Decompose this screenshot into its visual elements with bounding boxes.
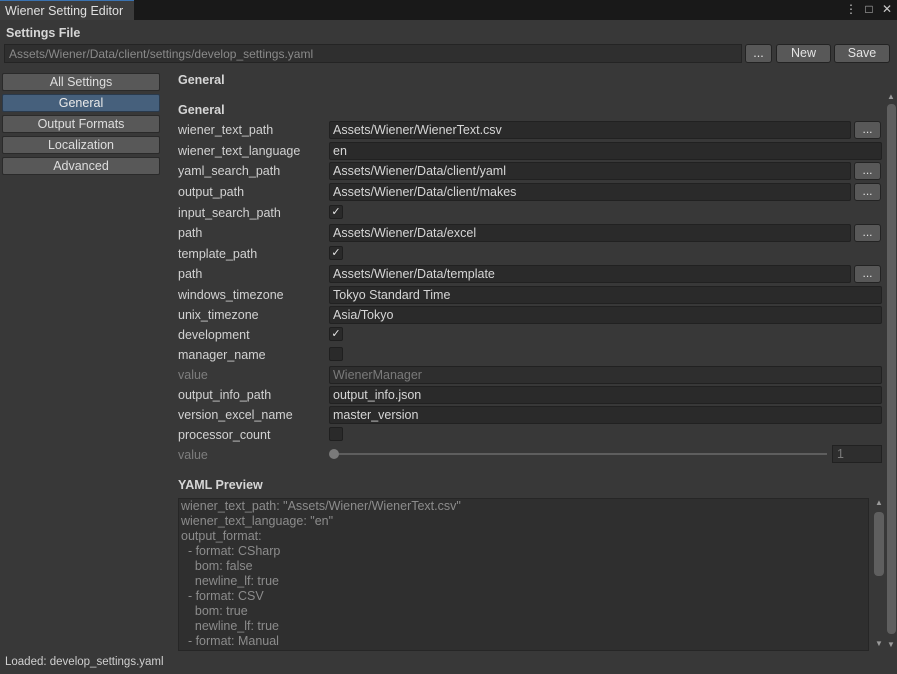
yaml-line: wiener_text_path: "Assets/Wiener/WienerT… [181, 499, 461, 513]
more-menu-icon[interactable]: ⋮ [845, 2, 857, 16]
manager-name-value-input: WienerManager [329, 366, 882, 384]
new-button[interactable]: New [776, 44, 831, 63]
yaml-line: - format: Manual [181, 634, 279, 648]
yaml-line: - format: CSharp [181, 544, 281, 558]
maximize-icon[interactable]: □ [863, 2, 875, 16]
field-label: version_excel_name [178, 408, 293, 422]
input-path-input[interactable]: Assets/Wiener/Data/excel [329, 224, 851, 242]
scroll-up-icon[interactable]: ▲ [872, 498, 886, 507]
browse-yaml-search-path-button[interactable]: ... [854, 162, 881, 180]
input-search-path-checkbox[interactable]: ✓ [329, 205, 343, 219]
yaml-line: bom: false [181, 559, 253, 573]
field-label: processor_count [178, 428, 271, 442]
processor-count-slider [333, 453, 827, 455]
page-title: General [178, 73, 225, 87]
field-label: value [178, 448, 208, 462]
field-label: value [178, 368, 208, 382]
yaml-line: newline_lf: true [181, 619, 279, 633]
browse-template-path-button[interactable]: ... [854, 265, 881, 283]
window-tab[interactable]: Wiener Setting Editor [0, 0, 134, 20]
browse-output-path-button[interactable]: ... [854, 183, 881, 201]
template-path-input[interactable]: Assets/Wiener/Data/template [329, 265, 851, 283]
windows-timezone-input[interactable]: Tokyo Standard Time [329, 286, 882, 304]
window-title: Wiener Setting Editor [5, 4, 124, 18]
settings-file-path-field[interactable]: Assets/Wiener/Data/client/settings/devel… [4, 44, 742, 63]
field-label: manager_name [178, 348, 266, 362]
sidebar-item-advanced[interactable]: Advanced [2, 157, 160, 175]
browse-wiener-text-path-button[interactable]: ... [854, 121, 881, 139]
field-label: wiener_text_path [178, 123, 274, 137]
wiener-text-path-input[interactable]: Assets/Wiener/WienerText.csv [329, 121, 851, 139]
processor-count-value-field: 1 [832, 445, 882, 463]
title-bar: Wiener Setting Editor ⋮ □ ✕ [0, 0, 897, 20]
field-label: output_info_path [178, 388, 272, 402]
field-label: wiener_text_language [178, 144, 301, 158]
yaml-line: - format: CSV [181, 589, 264, 603]
settings-file-label: Settings File [6, 26, 81, 40]
yaml-preview-text[interactable]: wiener_text_path: "Assets/Wiener/WienerT… [178, 498, 869, 651]
template-path-checkbox[interactable]: ✓ [329, 246, 343, 260]
yaml-line: output_format: [181, 529, 262, 543]
wiener-text-language-input[interactable]: en [329, 142, 882, 160]
scrollbar-thumb[interactable] [874, 512, 884, 576]
field-label: path [178, 267, 203, 281]
yaml-line: newline_lf: true [181, 574, 279, 588]
sidebar-item-general[interactable]: General [2, 94, 160, 112]
close-icon[interactable]: ✕ [881, 2, 893, 16]
yaml-preview-title: YAML Preview [178, 478, 263, 492]
sidebar-item-output-formats[interactable]: Output Formats [2, 115, 160, 133]
scroll-down-icon[interactable]: ▼ [884, 640, 897, 649]
status-bar: Loaded: develop_settings.yaml [0, 652, 897, 674]
unix-timezone-input[interactable]: Asia/Tokyo [329, 306, 882, 324]
field-label: development [178, 328, 250, 342]
field-label: windows_timezone [178, 288, 284, 302]
yaml-preview-scrollbar[interactable]: ▲ ▼ [872, 498, 886, 651]
development-checkbox[interactable]: ✓ [329, 327, 343, 341]
save-button[interactable]: Save [834, 44, 890, 63]
scroll-up-icon[interactable]: ▲ [884, 92, 897, 101]
browse-settings-file-button[interactable]: ... [745, 44, 772, 63]
field-label: yaml_search_path [178, 164, 281, 178]
output-path-input[interactable]: Assets/Wiener/Data/client/makes [329, 183, 851, 201]
version-excel-name-input[interactable]: master_version [329, 406, 882, 424]
scrollbar-thumb[interactable] [887, 104, 896, 634]
field-label: template_path [178, 247, 258, 261]
slider-handle [329, 449, 339, 459]
main-scrollbar[interactable]: ▲ ▼ [886, 92, 897, 652]
sidebar-item-all-settings[interactable]: All Settings [2, 73, 160, 91]
status-text: Loaded: develop_settings.yaml [5, 656, 164, 668]
yaml-line: wiener_text_language: "en" [181, 514, 334, 528]
sidebar-item-localization[interactable]: Localization [2, 136, 160, 154]
browse-input-path-button[interactable]: ... [854, 224, 881, 242]
field-label: unix_timezone [178, 308, 259, 322]
window-controls: ⋮ □ ✕ [845, 2, 893, 16]
section-title: General [178, 103, 225, 117]
field-label: output_path [178, 185, 245, 199]
manager-name-checkbox[interactable] [329, 347, 343, 361]
output-info-path-input[interactable]: output_info.json [329, 386, 882, 404]
field-label: path [178, 226, 203, 240]
yaml-search-path-input[interactable]: Assets/Wiener/Data/client/yaml [329, 162, 851, 180]
field-label: input_search_path [178, 206, 281, 220]
processor-count-checkbox[interactable] [329, 427, 343, 441]
yaml-line: bom: true [181, 604, 248, 618]
